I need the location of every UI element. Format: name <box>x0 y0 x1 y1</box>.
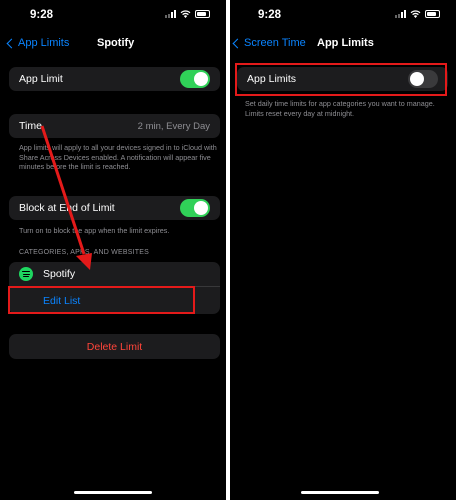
page-title: App Limits <box>317 37 374 49</box>
chevron-left-icon <box>232 38 243 48</box>
home-indicator <box>301 491 379 494</box>
app-limits-footer: Set daily time limits for app categories… <box>245 99 435 118</box>
right-screen: 9:28 Screen Time App Limits App Limits S… <box>230 0 456 500</box>
highlight-box <box>235 63 447 96</box>
status-icons <box>395 10 440 18</box>
status-time: 9:28 <box>258 9 282 21</box>
battery-icon <box>425 10 440 18</box>
home-indicator <box>74 491 152 494</box>
back-button[interactable]: Screen Time <box>232 37 306 49</box>
left-screen: 9:28 App Limits Spotify App Limit Time 2… <box>0 0 226 500</box>
back-label: Screen Time <box>244 37 306 49</box>
wifi-icon <box>410 10 421 18</box>
signal-icon <box>395 10 406 18</box>
annotation-arrow <box>40 125 92 270</box>
